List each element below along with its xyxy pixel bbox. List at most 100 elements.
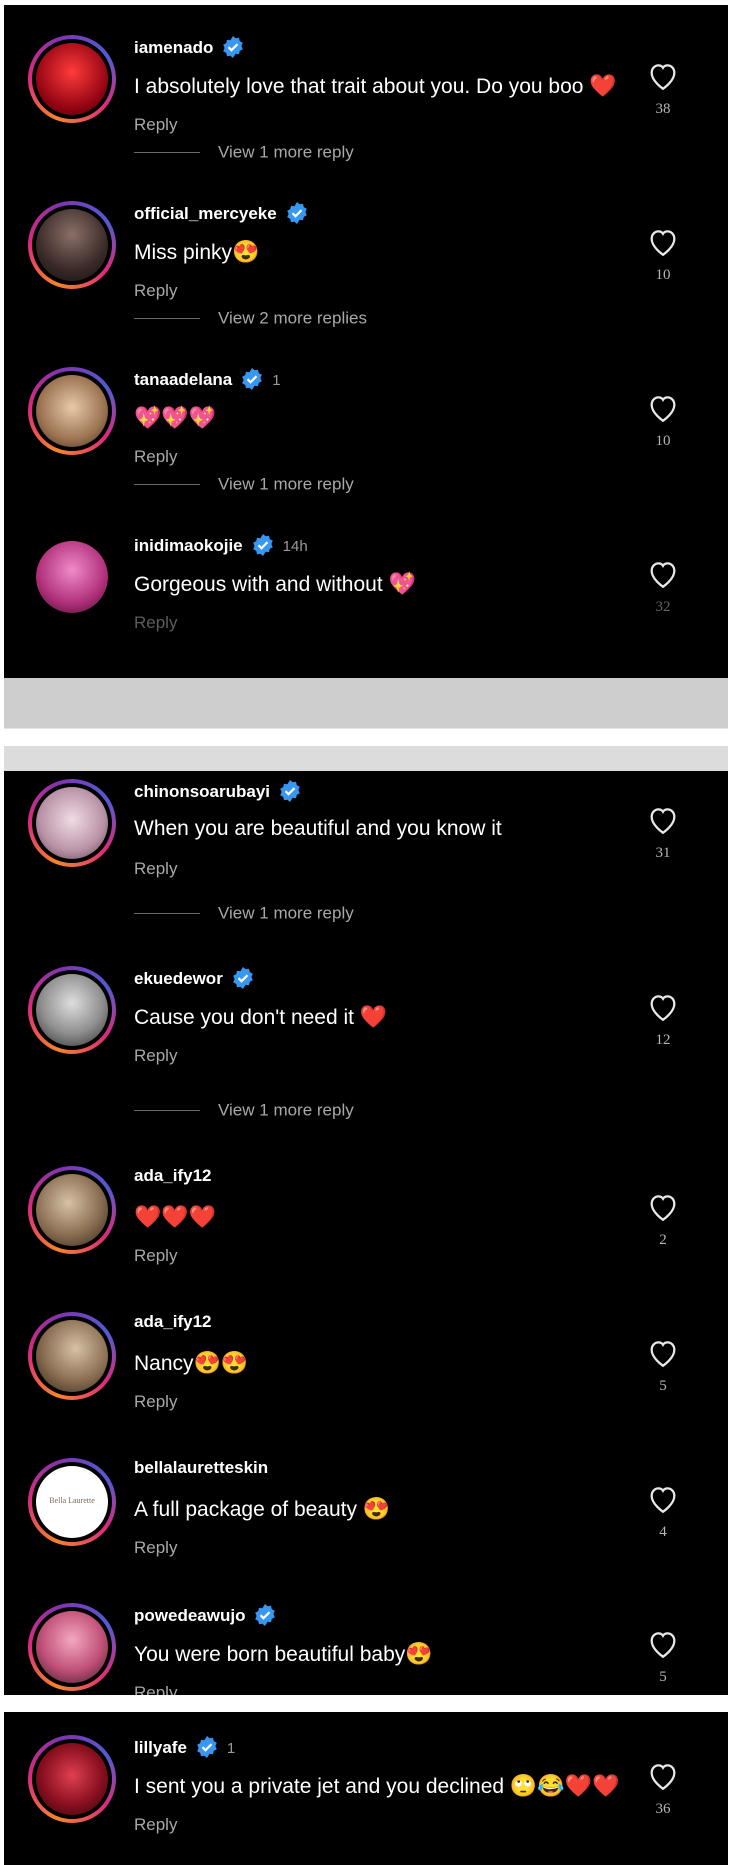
comment-username[interactable]: ada_ify12 (134, 1166, 212, 1186)
comment-item: chinonsoarubayi When you are beautiful a… (4, 771, 728, 878)
avatar[interactable] (28, 35, 116, 123)
comment-meta: 1 (272, 372, 281, 389)
comment-timestamp: 14h (282, 538, 308, 555)
like-count: 12 (655, 1032, 671, 1048)
verified-badge-icon (233, 967, 253, 989)
view-more-replies[interactable]: View 1 more reply (134, 142, 354, 164)
avatar[interactable]: Bella Laurette (28, 1458, 116, 1546)
heart-icon[interactable] (646, 1190, 680, 1224)
heart-icon[interactable] (646, 1482, 680, 1516)
like-count: 5 (659, 1378, 667, 1394)
reply-button[interactable]: Reply (134, 1815, 177, 1835)
verified-badge-icon (223, 36, 244, 58)
reply-button[interactable]: Reply (134, 1683, 177, 1695)
reply-button[interactable]: Reply (134, 1538, 177, 1558)
avatar-image (36, 209, 108, 281)
reply-button[interactable]: Reply (134, 447, 177, 467)
comment-text: I absolutely love that trait about you. … (134, 73, 617, 98)
comments-panel-2: chinonsoarubayi When you are beautiful a… (4, 771, 728, 1695)
comment-text: I sent you a private jet and you decline… (134, 1773, 620, 1798)
comment-item: Bella Laurette bellalauretteskin A full … (4, 1438, 728, 1557)
comment-text: Nancy😍😍 (134, 1350, 249, 1375)
avatar[interactable] (28, 201, 116, 289)
heart-icon[interactable] (646, 59, 680, 93)
avatar-image (36, 974, 108, 1046)
heart-icon[interactable] (646, 803, 680, 837)
screenshot-overlay-bar (4, 678, 728, 729)
verified-badge-icon (286, 202, 307, 224)
like-count: 10 (655, 433, 671, 449)
avatar[interactable] (28, 1166, 116, 1254)
reply-button[interactable]: Reply (134, 281, 177, 301)
verified-badge-icon (197, 1736, 217, 1758)
reply-button[interactable]: Reply (134, 1246, 177, 1266)
avatar-image (36, 375, 108, 447)
heart-icon[interactable] (646, 1336, 680, 1370)
comment-username[interactable]: powedeawujo (134, 1603, 277, 1627)
view-more-replies[interactable]: View 1 more reply (134, 1100, 354, 1122)
avatar-image (36, 1611, 108, 1683)
avatar-image (36, 1320, 108, 1392)
comment-username[interactable]: bellalauretteskin (134, 1458, 268, 1478)
avatar[interactable] (28, 1735, 116, 1823)
comment-username[interactable]: iamenado (134, 35, 245, 59)
comment-item: lillyafe 1 I sent you a private jet and y… (4, 1715, 728, 1834)
view-more-replies[interactable]: View 1 more reply (134, 903, 354, 925)
like-count: 5 (659, 1669, 667, 1685)
comment-item: inidimaokojie 14h Gorgeous with and witho… (4, 513, 728, 632)
reply-button[interactable]: Reply (134, 859, 177, 879)
verified-badge-icon (255, 1604, 276, 1626)
reply-button[interactable]: Reply (134, 613, 177, 633)
comment-item: tanaadelana 1 💖💖💖 Reply 10 (4, 347, 728, 466)
like-count: 10 (655, 267, 671, 283)
view-more-replies[interactable]: View 2 more replies (134, 308, 367, 330)
divider (134, 152, 200, 153)
avatar-image (36, 541, 108, 613)
reply-button[interactable]: Reply (134, 1046, 177, 1066)
comment-text: ❤️❤️❤️ (134, 1204, 217, 1229)
comment-text: Miss pinky😍 (134, 239, 260, 264)
like-count: 32 (655, 599, 671, 615)
comment-username[interactable]: lillyafe 1 (134, 1735, 235, 1759)
comment-text: Cause you don't need it ❤️ (134, 1004, 388, 1029)
heart-icon[interactable] (646, 1759, 680, 1793)
comment-item: ada_ify12 Nancy😍😍 Reply 5 (4, 1292, 728, 1411)
reply-button[interactable]: Reply (134, 115, 177, 135)
verified-badge-icon (280, 780, 300, 802)
divider (134, 913, 200, 914)
heart-icon[interactable] (646, 557, 680, 591)
divider (134, 484, 200, 485)
comment-username[interactable]: tanaadelana 1 (134, 367, 281, 391)
heart-icon[interactable] (646, 1627, 680, 1661)
avatar[interactable] (28, 1603, 116, 1691)
comment-text: A full package of beauty 😍 (134, 1496, 391, 1521)
comment-item: iamenado I absolutely love that trait ab… (4, 15, 728, 134)
avatar-image (36, 787, 108, 859)
heart-icon[interactable] (646, 225, 680, 259)
avatar-image: Bella Laurette (36, 1466, 108, 1538)
comment-username[interactable]: chinonsoarubayi (134, 779, 302, 803)
avatar[interactable] (28, 367, 116, 455)
avatar-image (36, 1174, 108, 1246)
comment-username[interactable]: inidimaokojie 14h (134, 533, 308, 557)
avatar[interactable] (28, 966, 116, 1054)
comment-item: powedeawujo You were born beautiful baby… (4, 1583, 728, 1695)
avatar-image (36, 1743, 108, 1815)
comment-username[interactable]: ada_ify12 (134, 1312, 212, 1332)
verified-badge-icon (242, 368, 263, 390)
reply-button[interactable]: Reply (134, 1392, 177, 1412)
verified-badge-icon (252, 534, 273, 556)
comment-item: ada_ify12 ❤️❤️❤️ Reply 2 (4, 1146, 728, 1265)
like-count: 2 (659, 1232, 667, 1248)
heart-icon[interactable] (646, 990, 680, 1024)
like-count: 36 (655, 1801, 671, 1817)
avatar[interactable] (28, 779, 116, 867)
comment-username[interactable]: ekuedewor (134, 966, 255, 990)
heart-icon[interactable] (646, 391, 680, 425)
view-more-replies[interactable]: View 1 more reply (134, 474, 354, 496)
avatar[interactable] (28, 533, 116, 621)
comment-username[interactable]: official_mercyeke (134, 201, 309, 225)
avatar-image (36, 43, 108, 115)
avatar[interactable] (28, 1312, 116, 1400)
screenshot-gap-bar (4, 746, 728, 771)
